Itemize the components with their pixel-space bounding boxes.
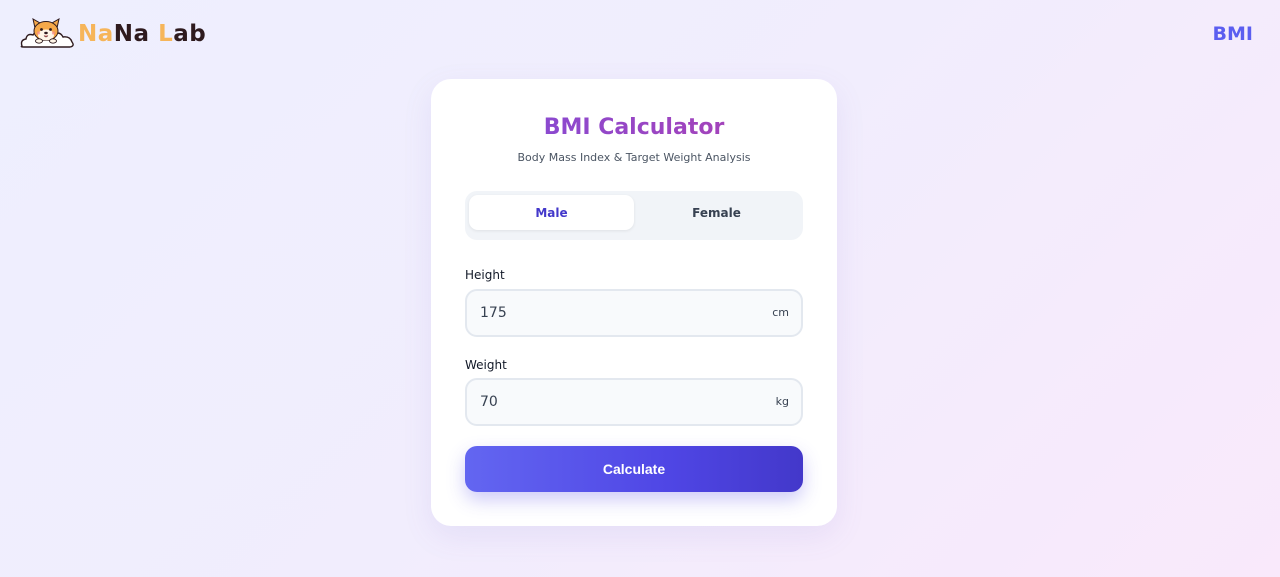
calculate-button[interactable]: Calculate <box>465 446 803 492</box>
nav-link-bmi[interactable]: BMI <box>1213 23 1253 45</box>
weight-unit: kg <box>775 395 789 408</box>
logo-text-part: L <box>158 20 174 47</box>
logo-text-part: Na <box>78 20 114 47</box>
weight-field-container: kg <box>465 378 803 426</box>
height-unit: cm <box>772 306 789 319</box>
logo-text-part <box>150 21 159 47</box>
page-subtitle: Body Mass Index & Target Weight Analysis <box>517 151 751 164</box>
gender-option-male[interactable]: Male <box>469 195 634 230</box>
header: NaNa Lab BMI <box>0 0 1280 72</box>
shiba-dog-cloud-icon <box>20 18 74 48</box>
logo-text-part: Na <box>113 20 150 47</box>
page-title: BMI Calculator <box>431 115 837 140</box>
height-input[interactable] <box>480 291 750 335</box>
height-field-container: cm <box>465 289 803 337</box>
bmi-calculator-card: BMI Calculator Body Mass Index & Target … <box>431 79 837 526</box>
logo-text-part: ab <box>173 20 207 47</box>
logo-text: NaNa Lab <box>78 20 207 47</box>
gender-toggle: Male Female <box>465 191 803 240</box>
weight-label: Weight <box>465 358 507 372</box>
weight-input[interactable] <box>480 380 750 424</box>
logo[interactable]: NaNa Lab <box>18 14 206 54</box>
height-label: Height <box>465 268 505 282</box>
gender-option-female[interactable]: Female <box>634 195 799 230</box>
